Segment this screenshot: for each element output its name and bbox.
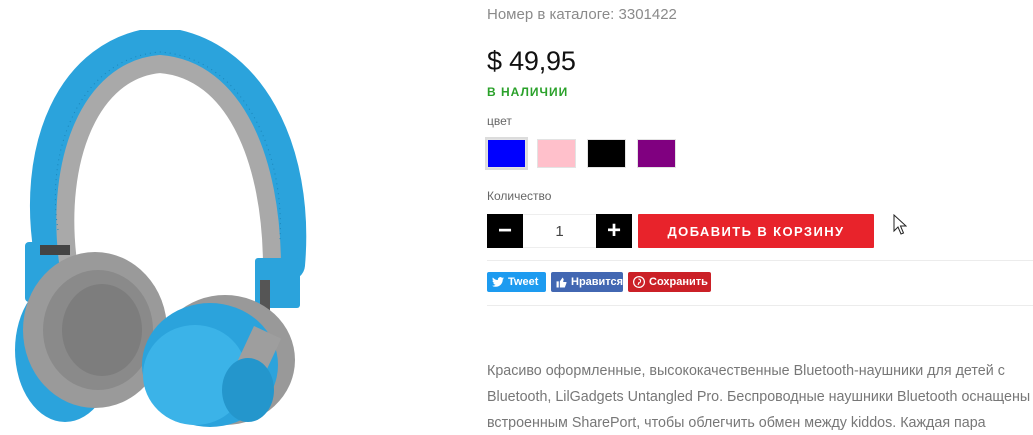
color-swatch-group <box>485 137 676 170</box>
color-swatch-black[interactable] <box>587 139 626 168</box>
catalog-number: Номер в каталоге: 3301422 <box>487 6 677 23</box>
quantity-label: Количество <box>487 189 552 203</box>
color-swatch-pink[interactable] <box>537 139 576 168</box>
pinterest-save-button[interactable]: Сохранить <box>628 272 711 292</box>
color-label: цвет <box>487 114 512 128</box>
save-label: Сохранить <box>649 276 708 288</box>
headphones-icon <box>15 26 307 427</box>
quantity-stepper: − + ДОБАВИТЬ В КОРЗИНУ <box>487 214 874 248</box>
product-description: Красиво оформленные, высококачественные … <box>487 363 1031 431</box>
quantity-increment-button[interactable]: + <box>596 214 632 248</box>
color-swatch-blue[interactable] <box>485 137 528 170</box>
quantity-input[interactable] <box>523 214 596 248</box>
tweet-button[interactable]: Tweet <box>487 272 546 292</box>
product-image[interactable] <box>10 26 310 430</box>
twitter-bird-icon <box>492 277 504 287</box>
facebook-like-button[interactable]: Нравится <box>551 272 623 292</box>
social-share-bar: Tweet Нравится Сохранить <box>487 272 711 292</box>
mouse-pointer-icon <box>893 214 907 235</box>
pinterest-icon <box>633 276 645 288</box>
product-price: $ 49,95 <box>487 46 576 76</box>
stock-status-badge: В НАЛИЧИИ <box>487 85 569 99</box>
thumbs-up-icon <box>556 277 567 287</box>
like-label: Нравится <box>571 276 623 288</box>
tweet-label: Tweet <box>508 276 539 288</box>
divider <box>487 305 1033 306</box>
divider <box>487 260 1033 261</box>
quantity-decrement-button[interactable]: − <box>487 214 523 248</box>
add-to-cart-button[interactable]: ДОБАВИТЬ В КОРЗИНУ <box>638 214 874 248</box>
color-swatch-purple[interactable] <box>637 139 676 168</box>
